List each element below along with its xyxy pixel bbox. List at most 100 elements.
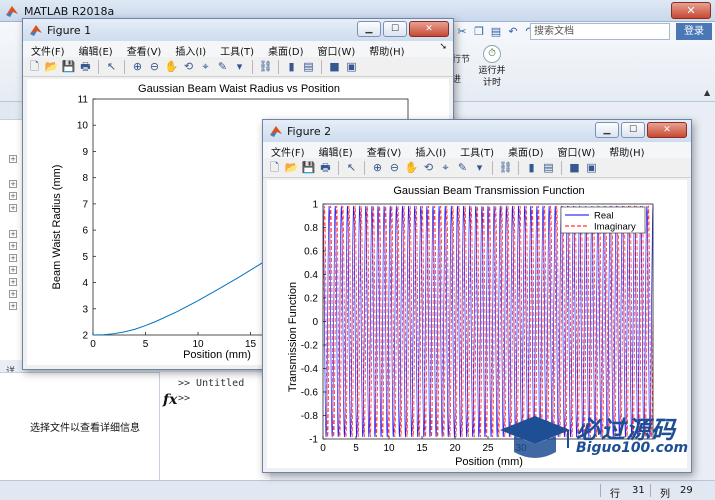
hide-tools-icon[interactable]: ■ bbox=[327, 59, 342, 74]
y-tick-label: -0.2 bbox=[301, 341, 319, 352]
link-plot-icon[interactable]: ⛓ bbox=[258, 59, 273, 74]
menu-file[interactable]: 文件(F) bbox=[23, 41, 71, 58]
chart-title: Gaussian Beam Transmission Function bbox=[393, 185, 584, 197]
expand-icon[interactable]: + bbox=[9, 278, 17, 286]
hide-tools-icon[interactable]: ■ bbox=[567, 160, 582, 175]
menu-tools[interactable]: 工具(T) bbox=[212, 41, 260, 58]
y-tick-label: 0.6 bbox=[304, 247, 318, 258]
login-button[interactable]: 登录 bbox=[676, 23, 712, 40]
data-cursor-icon[interactable]: ⌖ bbox=[438, 160, 453, 175]
zoom-in-icon[interactable]: ⊕ bbox=[130, 59, 145, 74]
pan-icon[interactable]: ✋ bbox=[404, 160, 419, 175]
close-button[interactable]: ✕ bbox=[409, 21, 449, 37]
figure-2-title-bar[interactable]: Figure 2 ▁ ☐ ✕ bbox=[263, 120, 691, 142]
run-and-time-label: 运行并 计时 bbox=[478, 66, 506, 88]
command-window[interactable]: >> Untitled >> fx bbox=[160, 372, 270, 484]
menu-tools[interactable]: 工具(T) bbox=[452, 142, 500, 159]
collapse-toolstrip-icon[interactable]: ▲ bbox=[704, 88, 710, 97]
data-cursor-icon[interactable]: ⌖ bbox=[198, 59, 213, 74]
minimize-button[interactable]: ▁ bbox=[357, 21, 381, 37]
rotate-icon[interactable]: ⟲ bbox=[181, 59, 196, 74]
maximize-button[interactable]: ☐ bbox=[621, 122, 645, 138]
x-tick-label: 20 bbox=[449, 443, 461, 454]
x-tick-label: 0 bbox=[320, 443, 326, 454]
current-folder-header bbox=[0, 102, 24, 120]
expand-icon[interactable]: + bbox=[9, 192, 17, 200]
save-icon[interactable]: 💾 bbox=[301, 160, 316, 175]
brush-dropdown-icon[interactable]: ▾ bbox=[472, 160, 487, 175]
open-file-icon[interactable]: 📂 bbox=[284, 160, 299, 175]
figure-title: Figure 1 bbox=[47, 24, 92, 37]
menu-insert[interactable]: 插入(I) bbox=[407, 142, 452, 159]
row-label: 行 bbox=[610, 489, 620, 500]
menu-window[interactable]: 窗口(W) bbox=[310, 41, 362, 58]
zoom-out-icon[interactable]: ⊖ bbox=[147, 59, 162, 74]
run-section-label[interactable]: 行节 bbox=[452, 52, 470, 65]
close-button[interactable]: ✕ bbox=[671, 2, 711, 19]
brush-icon[interactable]: ✎ bbox=[455, 160, 470, 175]
window-title: MATLAB R2018a bbox=[24, 5, 115, 18]
colorbar-icon[interactable]: ▮ bbox=[524, 160, 539, 175]
legend-icon[interactable]: ▤ bbox=[541, 160, 556, 175]
menu-edit[interactable]: 编辑(E) bbox=[311, 142, 359, 159]
expand-icon[interactable]: + bbox=[9, 204, 17, 212]
paste-icon[interactable]: ▤ bbox=[489, 25, 503, 39]
rotate-icon[interactable]: ⟲ bbox=[421, 160, 436, 175]
menu-window[interactable]: 窗口(W) bbox=[550, 142, 602, 159]
close-button[interactable]: ✕ bbox=[647, 122, 687, 138]
menu-insert[interactable]: 插入(I) bbox=[167, 41, 212, 58]
show-tools-icon[interactable]: ▣ bbox=[344, 59, 359, 74]
copy-icon[interactable]: ❐ bbox=[472, 25, 486, 39]
link-plot-icon[interactable]: ⛓ bbox=[498, 160, 513, 175]
edit-plot-icon[interactable]: ↖ bbox=[344, 160, 359, 175]
divider bbox=[650, 484, 651, 497]
y-tick-label: 6 bbox=[82, 226, 88, 237]
expand-icon[interactable]: + bbox=[9, 266, 17, 274]
zoom-in-icon[interactable]: ⊕ bbox=[370, 160, 385, 175]
command-prompt[interactable]: >> bbox=[178, 393, 190, 404]
minimize-button[interactable]: ▁ bbox=[595, 122, 619, 138]
brush-dropdown-icon[interactable]: ▾ bbox=[232, 59, 247, 74]
expand-icon[interactable]: + bbox=[9, 230, 17, 238]
x-tick-label: 5 bbox=[143, 339, 149, 350]
menu-view[interactable]: 查看(V) bbox=[119, 41, 168, 58]
command-history-line: >> Untitled bbox=[178, 378, 245, 389]
new-figure-icon[interactable]: 🗋 bbox=[27, 59, 42, 74]
edit-plot-icon[interactable]: ↖ bbox=[104, 59, 119, 74]
figure-menubar: 文件(F) 编辑(E) 查看(V) 插入(I) 工具(T) 桌面(D) 窗口(W… bbox=[263, 142, 691, 159]
figure-1-title-bar[interactable]: Figure 1 ▁ ☐ ✕ bbox=[23, 19, 453, 41]
maximize-button[interactable]: ☐ bbox=[383, 21, 407, 37]
expand-icon[interactable]: + bbox=[9, 180, 17, 188]
undo-icon[interactable]: ↶ bbox=[506, 25, 520, 39]
print-icon[interactable]: 🖶 bbox=[78, 59, 93, 74]
brush-icon[interactable]: ✎ bbox=[215, 59, 230, 74]
expand-icon[interactable]: + bbox=[9, 242, 17, 250]
y-tick-label: 10 bbox=[77, 121, 89, 132]
expand-icon[interactable]: + bbox=[9, 155, 17, 163]
expand-icon[interactable]: + bbox=[9, 302, 17, 310]
zoom-out-icon[interactable]: ⊖ bbox=[387, 160, 402, 175]
menu-help[interactable]: 帮助(H) bbox=[361, 41, 410, 58]
legend-icon[interactable]: ▤ bbox=[301, 59, 316, 74]
show-tools-icon[interactable]: ▣ bbox=[584, 160, 599, 175]
pan-icon[interactable]: ✋ bbox=[164, 59, 179, 74]
menu-desktop[interactable]: 桌面(D) bbox=[500, 142, 550, 159]
dock-arrow-icon[interactable]: ➘ bbox=[439, 42, 447, 52]
menu-edit[interactable]: 编辑(E) bbox=[71, 41, 119, 58]
chart-legend[interactable]: RealImaginary bbox=[560, 206, 646, 234]
colorbar-icon[interactable]: ▮ bbox=[284, 59, 299, 74]
menu-desktop[interactable]: 桌面(D) bbox=[260, 41, 310, 58]
menu-file[interactable]: 文件(F) bbox=[263, 142, 311, 159]
print-icon[interactable]: 🖶 bbox=[318, 160, 333, 175]
open-file-icon[interactable]: 📂 bbox=[44, 59, 59, 74]
expand-icon[interactable]: + bbox=[9, 254, 17, 262]
cut-icon[interactable]: ✂ bbox=[455, 25, 469, 39]
menu-view[interactable]: 查看(V) bbox=[359, 142, 408, 159]
menu-help[interactable]: 帮助(H) bbox=[601, 142, 650, 159]
run-and-time-button[interactable]: ⏱ 运行并 计时 bbox=[475, 45, 509, 89]
new-figure-icon[interactable]: 🗋 bbox=[267, 160, 282, 175]
expand-icon[interactable]: + bbox=[9, 290, 17, 298]
search-docs-input[interactable]: 搜索文档 bbox=[530, 23, 670, 40]
function-browser-icon[interactable]: fx bbox=[163, 392, 177, 408]
save-icon[interactable]: 💾 bbox=[61, 59, 76, 74]
